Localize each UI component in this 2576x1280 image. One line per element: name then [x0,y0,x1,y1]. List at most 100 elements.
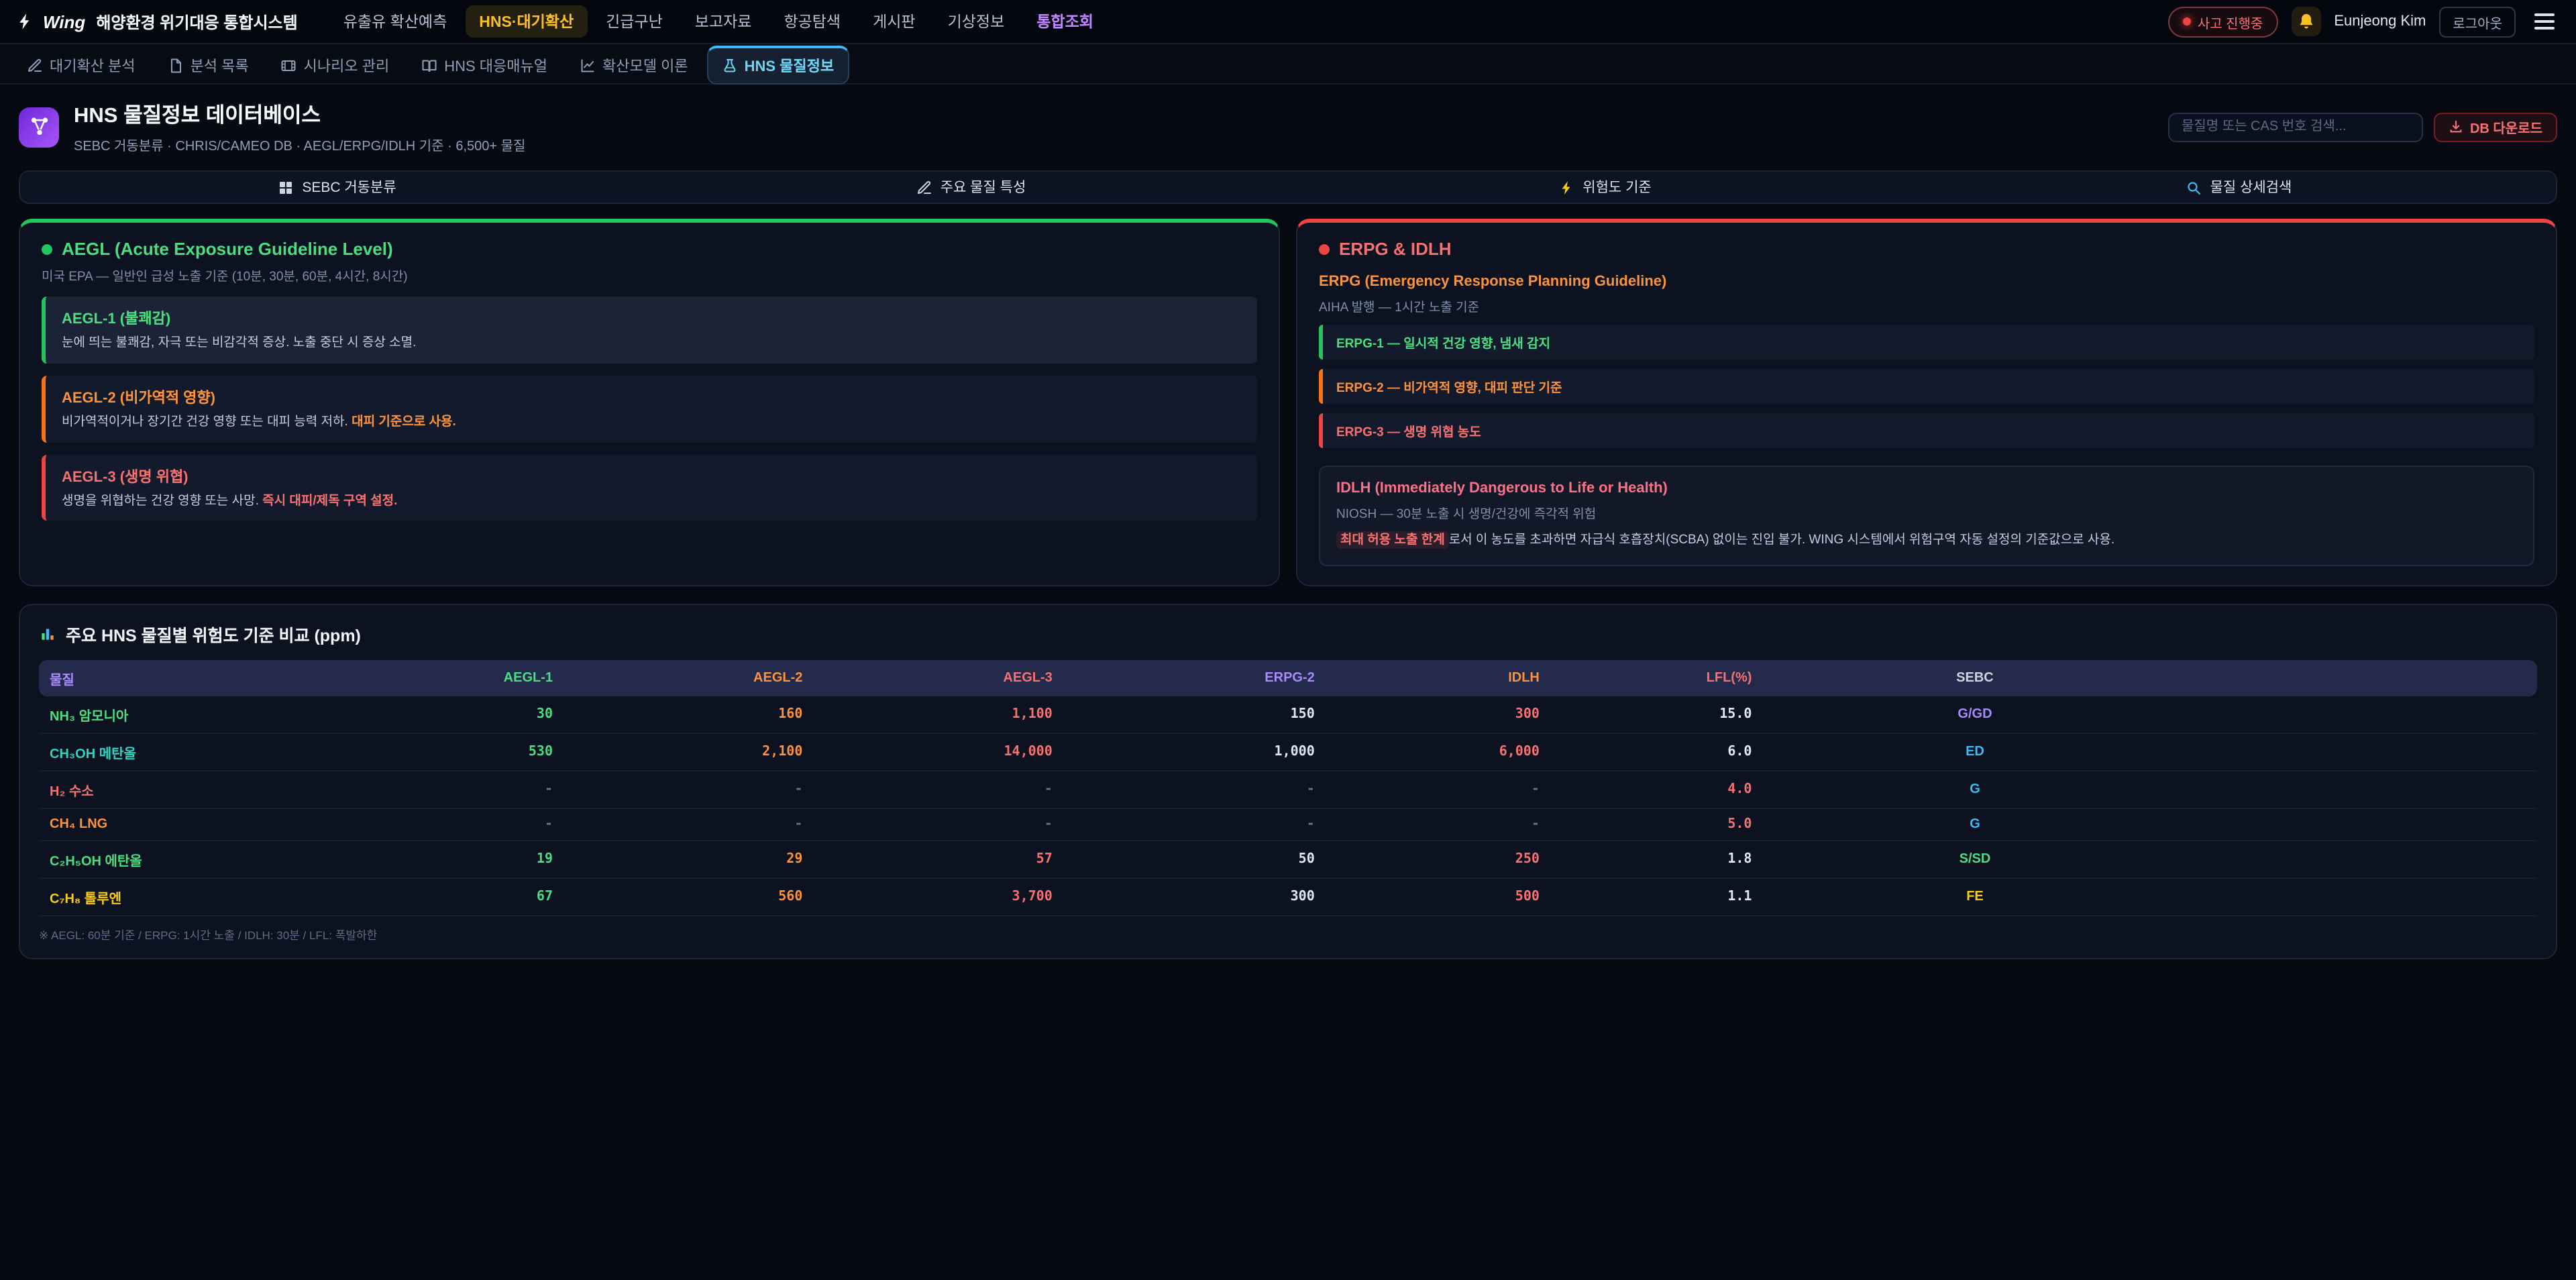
nav-item[interactable]: 항공탐색 [770,5,854,38]
bar-chart-icon [39,625,56,642]
search-input[interactable] [2168,112,2423,142]
tab-item[interactable]: 확산모델 이론 [566,48,702,83]
aegl-level-item: AEGL-2 (비가역적 영향)비가역적이거나 장기간 건강 영향 또는 대피 … [42,376,1257,443]
value-cell: 1.8 [1550,840,1763,877]
main-panels: AEGL (Acute Exposure Guideline Level) 미국… [0,219,2576,586]
sub-tabbar: 대기확산 분석 분석 목록 시나리오 관리 HNS 대응매뉴얼 확산모델 이론 HNS 물… [0,44,2576,85]
download-icon [2449,119,2463,134]
value-cell: 6,000 [1326,733,1550,770]
nav-item[interactable]: 게시판 [859,5,929,38]
section-nav-item[interactable]: 물질 상세검색 [1922,172,2556,203]
nav-item[interactable]: 기상정보 [934,5,1018,38]
tab-active[interactable]: HNS 물질정보 [707,46,849,85]
lightning-icon [1558,179,1574,195]
substance-cell: H₂ 수소 [39,770,364,808]
sebc-cell: S/SD [1762,840,2187,877]
table-row: H₂ 수소-----4.0G [39,770,2537,808]
idlh-highlight: 최대 허용 노출 한계 [1336,531,1449,549]
erpg-level-item: ERPG-3 — 생명 위협 농도 [1319,413,2534,448]
erpg-panel-title: ERPG & IDLH [1319,239,2534,259]
spacer-cell [2188,808,2538,840]
aegl-level-emphasis: 대피 기준으로 사용. [352,415,456,429]
section-nav-item[interactable]: 위험도 기준 [1288,172,1922,203]
hamburger-menu-icon[interactable] [2529,8,2560,35]
film-icon [281,57,297,73]
table-footnote: ※ AEGL: 60분 기준 / ERPG: 1시간 노출 / IDLH: 30… [39,926,2537,943]
value-cell: 530 [364,733,564,770]
table-col-header: AEGL-1 [364,659,564,696]
tab-label: 대기확산 분석 [50,54,136,76]
aegl-panel-title: AEGL (Acute Exposure Guideline Level) [42,239,1257,259]
value-cell: 1.1 [1550,877,1763,915]
tab-label: HNS 대응매뉴얼 [444,54,547,76]
section-nav-item[interactable]: 주요 물질 특성 [654,172,1288,203]
brand[interactable]: Wing 해양환경 위기대응 통합시스템 [16,10,298,33]
value-cell: 2,100 [564,733,813,770]
theory-icon [580,57,596,73]
nav-item[interactable]: 유출유 확산예측 [330,5,461,38]
value-cell: 300 [1063,877,1326,915]
tab-item[interactable]: 분석 목록 [154,48,262,83]
value-cell: - [564,808,813,840]
notification-bell-icon[interactable] [2291,7,2320,36]
spacer-cell [2188,770,2538,808]
sebc-cell: G [1762,770,2187,808]
wing-logo-icon [16,12,35,31]
incident-status-badge[interactable]: 사고 진행중 [2168,6,2278,37]
value-cell: 14,000 [813,733,1063,770]
tab-label: HNS 물질정보 [745,55,835,76]
nav-item[interactable]: 긴급구난 [592,5,676,38]
nav-item[interactable]: HNS·대기확산 [466,5,587,38]
section-nav-item[interactable]: SEBC 거동분류 [20,172,654,203]
value-cell: 30 [364,696,564,733]
topnav-right: 사고 진행중 Eunjeong Kim 로그아웃 [2168,6,2560,37]
db-download-label: DB 다운로드 [2470,117,2542,137]
sebc-cell: FE [1762,877,2187,915]
nav-item[interactable]: 통합조회 [1023,5,1107,38]
page-subtitle: SEBC 거동분류 · CHRIS/CAMEO DB · AEGL/ERPG/I… [74,134,525,154]
value-cell: 57 [813,840,1063,877]
sebc-cell: G/GD [1762,696,2187,733]
incident-dot-icon [2183,17,2191,25]
value-cell: 50 [1063,840,1326,877]
aegl-panel: AEGL (Acute Exposure Guideline Level) 미국… [19,219,1280,586]
top-navbar: Wing 해양환경 위기대응 통합시스템 유출유 확산예측HNS·대기확산긴급구… [0,0,2576,44]
table-col-header: AEGL-3 [813,659,1063,696]
logout-button[interactable]: 로그아웃 [2439,6,2516,37]
value-cell: 300 [1326,696,1550,733]
aegl-level-item: AEGL-3 (생명 위협)생명을 위협하는 건강 영향 또는 사망. 즉시 대… [42,454,1257,521]
section-nav-label: 물질 상세검색 [2210,177,2292,197]
aegl-level-name: AEGL-3 (생명 위협) [62,465,1241,486]
tab-item[interactable]: 대기확산 분석 [13,48,149,83]
tab-item[interactable]: HNS 대응매뉴얼 [408,48,561,83]
app-root: Wing 해양환경 위기대응 통합시스템 유출유 확산예측HNS·대기확산긴급구… [0,0,2576,1280]
section-nav-label: 위험도 기준 [1582,177,1651,197]
value-cell: - [1063,808,1326,840]
erpg-level-item: ERPG-2 — 비가역적 영향, 대피 판단 기준 [1319,369,2534,404]
user-name[interactable]: Eunjeong Kim [2334,13,2426,30]
flask-icon [722,58,738,74]
idlh-box: IDLH (Immediately Dangerous to Life or H… [1319,466,2534,566]
value-cell: - [813,808,1063,840]
table-row: NH₃ 암모니아301601,10015030015.0G/GD [39,696,2537,733]
spacer-cell [2188,877,2538,915]
aegl-level-desc: 눈에 띄는 불쾌감, 자극 또는 비감각적 증상. 노출 중단 시 증상 소멸. [62,334,1241,353]
molecule-icon [19,107,59,147]
page-title: HNS 물질정보 데이터베이스 [74,99,525,129]
tab-item[interactable]: 시나리오 관리 [268,48,403,83]
nav-item[interactable]: 보고자료 [682,5,765,38]
tab-label: 시나리오 관리 [304,54,390,76]
value-cell: 150 [1063,696,1326,733]
value-cell: 19 [364,840,564,877]
table-body: NH₃ 암모니아301601,10015030015.0G/GDCH₃OH 메탄… [39,696,2537,915]
value-cell: - [1063,770,1326,808]
value-cell: 4.0 [1550,770,1763,808]
aegl-level-emphasis: 즉시 대피/제독 구역 설정. [262,493,397,508]
spacer-cell [2188,840,2538,877]
table-row: C₇H₈ 톨루엔675603,7003005001.1FE [39,877,2537,915]
document-icon [168,57,184,73]
page-header-actions: DB 다운로드 [2168,112,2557,142]
value-cell: 560 [564,877,813,915]
db-download-button[interactable]: DB 다운로드 [2434,112,2557,142]
system-title: 해양환경 위기대응 통합시스템 [96,10,297,33]
